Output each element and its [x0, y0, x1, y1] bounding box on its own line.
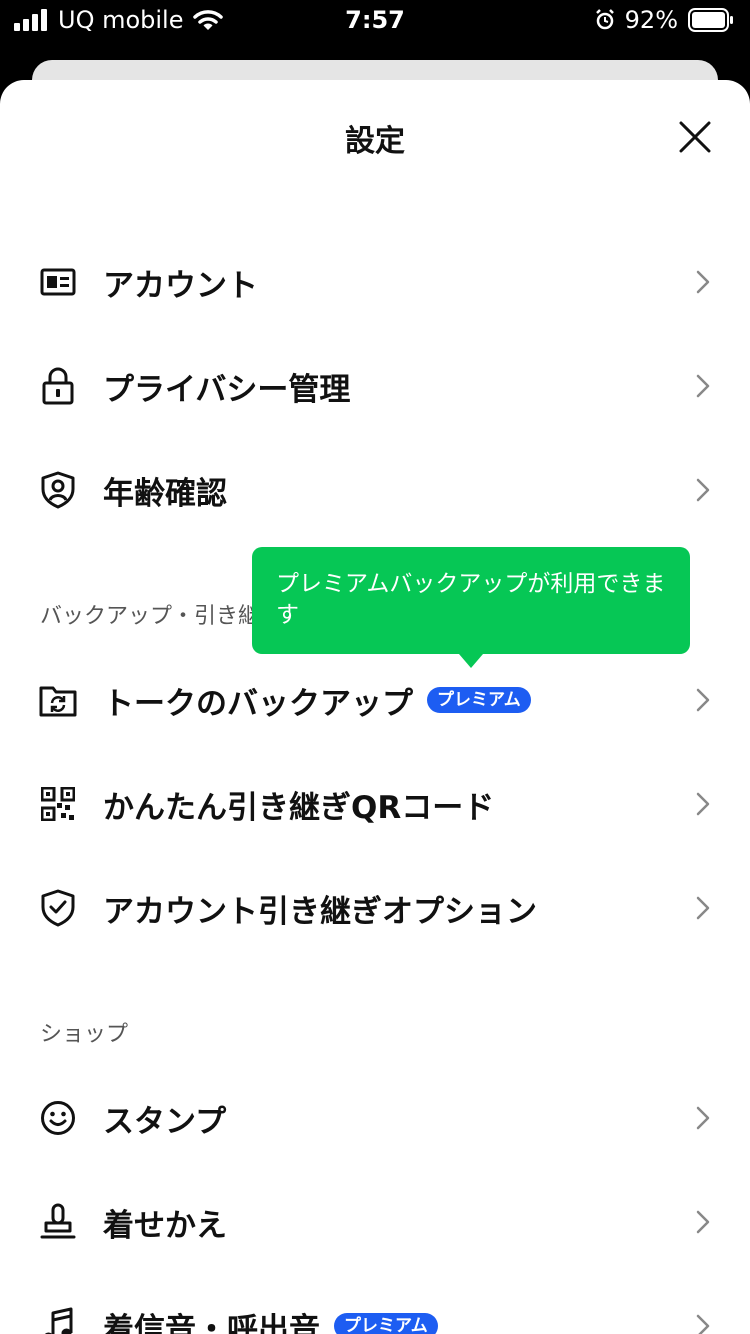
- brush-icon: [38, 1202, 78, 1242]
- close-button[interactable]: [670, 112, 720, 162]
- chevron-right-icon: [696, 1210, 710, 1234]
- settings-item-label: かんたん引き継ぎQRコード: [103, 789, 495, 826]
- alarm-icon: [595, 9, 614, 30]
- settings-item-label: 年齢確認: [103, 475, 227, 512]
- settings-item-text: トークのバックアップ: [103, 685, 413, 722]
- settings-item-stamp[interactable]: スタンプ: [0, 1066, 750, 1170]
- chevron-right-icon: [696, 688, 710, 712]
- shield-check-icon: [38, 888, 78, 928]
- settings-item-label: 着信音・呼出音 プレミアム: [103, 1304, 438, 1334]
- shield-user-icon: [38, 470, 78, 510]
- settings-item-label: プライバシー管理: [103, 371, 351, 408]
- settings-item-account-transfer[interactable]: アカウント引き継ぎオプション: [0, 856, 750, 960]
- settings-item-label: 着せかえ: [103, 1207, 227, 1244]
- settings-item-theme[interactable]: 着せかえ: [0, 1170, 750, 1274]
- settings-item-label: スタンプ: [103, 1103, 227, 1140]
- settings-item-text: 着信音・呼出音: [103, 1311, 320, 1334]
- settings-item-label: アカウント引き継ぎオプション: [103, 893, 537, 930]
- battery-icon: [688, 8, 733, 32]
- section-header-shop: ショップ: [40, 1022, 129, 1047]
- settings-sheet: 設定 アカウント プライバシー管理 年齢確認 バックアップ・引き継ぎ トークのバ…: [0, 80, 750, 1334]
- premium-badge: プレミアム: [427, 687, 531, 713]
- lock-icon: [38, 366, 78, 406]
- premium-backup-tooltip[interactable]: プレミアムバックアップが利用できます: [252, 547, 690, 668]
- chevron-right-icon: [696, 1106, 710, 1130]
- status-bar: UQ mobile 7:57 92%: [0, 0, 750, 44]
- chevron-right-icon: [696, 1314, 710, 1334]
- chevron-right-icon: [696, 792, 710, 816]
- folder-sync-icon: [38, 680, 78, 720]
- settings-item-qr-transfer[interactable]: かんたん引き継ぎQRコード: [0, 752, 750, 856]
- settings-item-label: アカウント: [103, 267, 258, 304]
- music-note-icon: [38, 1306, 78, 1334]
- settings-item-account[interactable]: アカウント: [0, 230, 750, 334]
- settings-item-privacy[interactable]: プライバシー管理: [0, 334, 750, 438]
- section-header-backup: バックアップ・引き継ぎ: [40, 604, 283, 629]
- settings-item-talk-backup[interactable]: トークのバックアップ プレミアム: [0, 648, 750, 752]
- close-icon: [679, 121, 711, 153]
- settings-item-ringtone[interactable]: 着信音・呼出音 プレミアム: [0, 1274, 750, 1334]
- chevron-right-icon: [696, 270, 710, 294]
- premium-badge: プレミアム: [334, 1313, 438, 1334]
- settings-item-label: トークのバックアップ プレミアム: [103, 678, 531, 723]
- chevron-right-icon: [696, 896, 710, 920]
- tooltip-text: プレミアムバックアップが利用できます: [276, 571, 666, 628]
- page-title: 設定: [345, 124, 405, 159]
- chevron-right-icon: [696, 374, 710, 398]
- chevron-right-icon: [696, 478, 710, 502]
- smiley-icon: [38, 1098, 78, 1138]
- qr-code-icon: [38, 784, 78, 824]
- id-card-icon: [38, 262, 78, 302]
- battery-percent: 92%: [624, 6, 678, 34]
- tooltip-arrow: [459, 654, 483, 668]
- settings-item-age-verification[interactable]: 年齢確認: [0, 438, 750, 542]
